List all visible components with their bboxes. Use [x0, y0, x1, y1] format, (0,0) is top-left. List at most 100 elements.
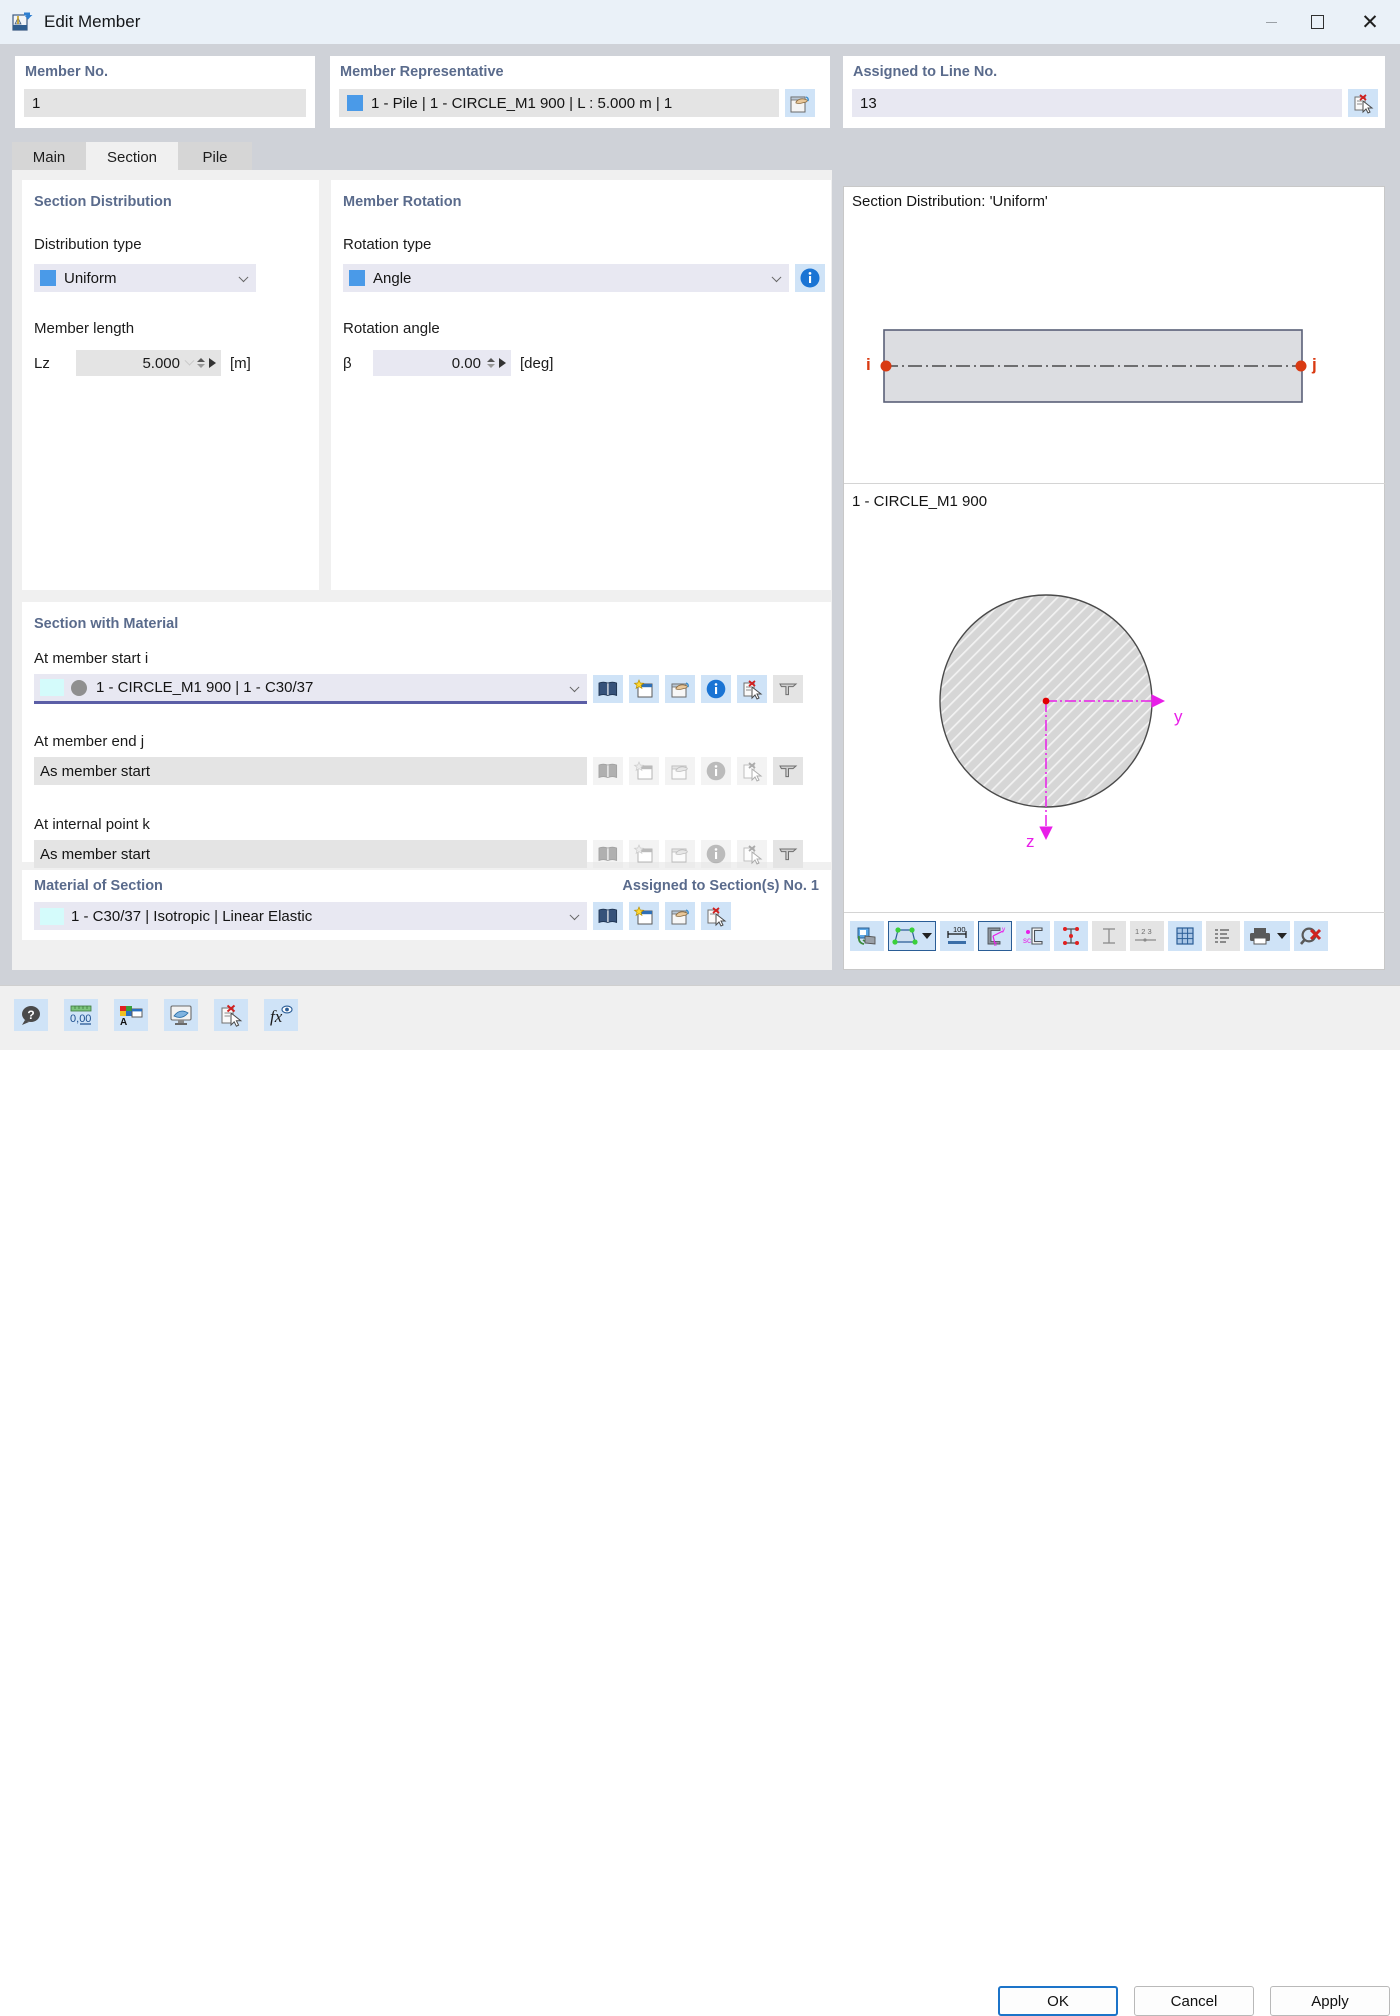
tab-strip: Main Section Pile: [12, 142, 1388, 172]
internal-point-label: At internal point k: [34, 816, 150, 833]
render-shape-icon: [892, 927, 918, 945]
spinner-arrows[interactable]: [487, 358, 495, 368]
delete-icon[interactable]: [214, 999, 248, 1031]
ok-button[interactable]: OK: [998, 1986, 1118, 2016]
info-icon: [701, 840, 731, 868]
preview-divider: [844, 483, 1386, 484]
delete-selection-icon[interactable]: [1348, 89, 1378, 117]
edit-material-icon[interactable]: [665, 902, 695, 930]
distribution-type-select[interactable]: Uniform: [34, 264, 256, 292]
spinner-arrows[interactable]: [197, 358, 205, 368]
new-material-icon[interactable]: [629, 902, 659, 930]
node-i-marker: [880, 360, 892, 372]
tab-main[interactable]: Main: [12, 142, 86, 172]
node-j-marker: [1295, 360, 1307, 372]
material-select[interactable]: 1 - C30/37 | Isotropic | Linear Elastic: [34, 902, 587, 930]
tab-pile[interactable]: Pile: [178, 142, 252, 172]
new-section-icon[interactable]: [629, 675, 659, 703]
title-bar: Edit Member ✕: [0, 0, 1400, 44]
close-icon: ✕: [1361, 10, 1379, 34]
distribution-type-value: Uniform: [64, 269, 117, 287]
print-icon: [1250, 928, 1270, 945]
delete-section-icon: [737, 840, 767, 868]
assigned-line-label: Assigned to Line No.: [853, 64, 998, 80]
rotation-type-select[interactable]: Angle: [343, 264, 789, 292]
info-icon[interactable]: [701, 675, 731, 703]
member-length-value: 5.000: [142, 354, 180, 372]
rotation-angle-unit: [deg]: [520, 354, 554, 372]
delete-section-icon[interactable]: [737, 675, 767, 703]
section-distribution-title: Section Distribution: [34, 194, 172, 210]
minimize-button[interactable]: [1248, 0, 1294, 44]
edit-section-icon[interactable]: [665, 675, 695, 703]
help-icon[interactable]: ?: [14, 999, 48, 1031]
maximize-icon: [1310, 15, 1324, 29]
svg-text:y: y: [1002, 926, 1006, 933]
pick-from-model-icon[interactable]: [785, 89, 815, 117]
rotation-angle-label: Rotation angle: [343, 320, 440, 337]
print-button[interactable]: [1244, 921, 1290, 951]
footer-divider: [0, 985, 1400, 986]
list-icon[interactable]: [1206, 921, 1240, 951]
svg-text:?: ?: [27, 1008, 34, 1022]
apply-button[interactable]: Apply: [1270, 1986, 1390, 2016]
svg-text:fx: fx: [270, 1007, 283, 1026]
member-length-input[interactable]: 5.000: [76, 350, 221, 376]
edit-section-icon: [665, 757, 695, 785]
close-button[interactable]: ✕: [1340, 0, 1400, 44]
expand-arrow-icon[interactable]: [499, 358, 506, 368]
delete-material-icon[interactable]: [701, 902, 731, 930]
member-representative-label: Member Representative: [340, 64, 504, 80]
chevron-down-icon[interactable]: [184, 355, 195, 366]
expand-arrow-icon[interactable]: [209, 358, 216, 368]
section-color-swatch: [40, 679, 64, 696]
centroid-icon[interactable]: [1092, 921, 1126, 951]
delete-section-icon: [737, 757, 767, 785]
section-internal-field: As member start: [34, 840, 587, 868]
new-section-icon: [629, 757, 659, 785]
rotate-view-icon[interactable]: [850, 921, 884, 951]
window-title: Edit Member: [44, 12, 141, 31]
shear-center-icon[interactable]: sc: [1016, 921, 1050, 951]
library-icon: [593, 757, 623, 785]
svg-text:z: z: [994, 941, 997, 947]
edit-section-icon: [665, 840, 695, 868]
member-end-label: At member end j: [34, 733, 145, 750]
section-shape-icon: [71, 679, 87, 696]
member-no-input[interactable]: 1: [24, 89, 306, 117]
library-icon[interactable]: [593, 675, 623, 703]
section-tab-panel: Section Distribution Distribution type U…: [12, 170, 832, 970]
assigned-line-input[interactable]: 13: [852, 89, 1342, 117]
rotation-angle-input[interactable]: 0.00: [373, 350, 511, 376]
material-of-section-group: Material of Section Assigned to Section(…: [22, 870, 831, 940]
dialog-footer: ? 0,00 A fx OK Cancel Apply: [0, 985, 1400, 2016]
cancel-button[interactable]: Cancel: [1134, 1986, 1254, 2016]
section-tool-icon: [773, 840, 803, 868]
info-icon[interactable]: [795, 264, 825, 292]
section-start-select[interactable]: 1 - CIRCLE_M1 900 | 1 - C30/37: [34, 674, 587, 704]
section-tool-icon: [773, 757, 803, 785]
zoom-reset-icon[interactable]: [1294, 921, 1328, 951]
section-tool-icon[interactable]: [773, 675, 803, 703]
library-icon[interactable]: [593, 902, 623, 930]
material-color-swatch: [40, 907, 64, 925]
part-numbers-icon[interactable]: 1 2 3: [1130, 921, 1164, 951]
view-mode-icon[interactable]: [164, 999, 198, 1031]
stress-points-icon[interactable]: [1054, 921, 1088, 951]
window-controls: ✕: [1248, 0, 1400, 44]
chevron-down-icon[interactable]: [1277, 933, 1287, 939]
maximize-button[interactable]: [1294, 0, 1340, 44]
render-shape-button[interactable]: [888, 921, 936, 951]
tab-section[interactable]: Section: [86, 142, 178, 172]
chevron-down-icon[interactable]: [922, 933, 932, 939]
member-representative-input[interactable]: 1 - Pile | 1 - CIRCLE_M1 900 | L : 5.000…: [339, 89, 779, 117]
member-representative-value: 1 - Pile | 1 - CIRCLE_M1 900 | L : 5.000…: [371, 94, 673, 112]
section-end-field: As member start: [34, 757, 587, 785]
axis-system-icon[interactable]: yz: [978, 921, 1012, 951]
preview-toolbar: 100 yz sc 1 2 3: [850, 921, 1328, 951]
formula-icon[interactable]: fx: [264, 999, 298, 1031]
dimensions-icon[interactable]: 100: [940, 921, 974, 951]
display-properties-icon[interactable]: A: [114, 999, 148, 1031]
fe-mesh-icon[interactable]: [1168, 921, 1202, 951]
units-icon[interactable]: 0,00: [64, 999, 98, 1031]
